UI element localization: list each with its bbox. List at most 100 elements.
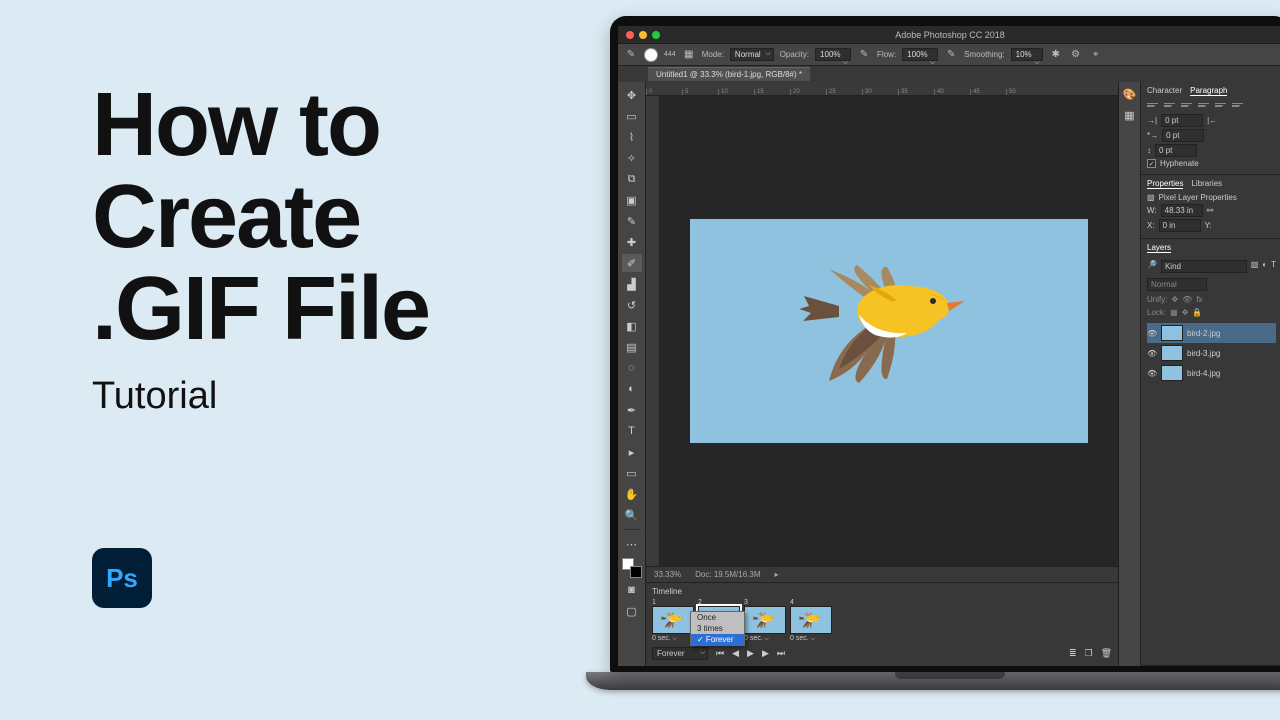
screen-mode-icon[interactable]: ▢ xyxy=(622,602,642,620)
layer-row[interactable]: 👁bird-3.jpg xyxy=(1147,343,1276,363)
delete-frame-button[interactable]: 🗑 xyxy=(1101,648,1112,659)
move-tool-icon[interactable]: ✥ xyxy=(622,86,642,104)
quick-mask-icon[interactable]: ◙ xyxy=(622,581,642,599)
symmetry-icon[interactable]: ⌖ xyxy=(1089,48,1103,62)
play-button[interactable]: ▶ xyxy=(747,648,754,659)
blur-tool-icon[interactable]: ◌ xyxy=(622,359,642,377)
minimize-window-button[interactable] xyxy=(639,31,647,39)
quick-select-tool-icon[interactable]: ✧ xyxy=(622,149,642,167)
loop-option[interactable]: ✓ Forever xyxy=(691,634,744,645)
character-tab[interactable]: Character xyxy=(1147,86,1182,96)
paragraph-align-icons[interactable] xyxy=(1147,100,1276,110)
pixel-layer-label: Pixel Layer Properties xyxy=(1159,193,1237,202)
pressure-opacity-icon[interactable]: ✎ xyxy=(857,48,871,62)
indent-left-input[interactable]: 0 pt xyxy=(1161,114,1203,127)
zoom-level[interactable]: 33.33% xyxy=(654,570,681,579)
x-input[interactable]: 0 in xyxy=(1159,219,1201,232)
next-frame-button[interactable]: ▶ xyxy=(762,648,769,659)
gradient-tool-icon[interactable]: ▤ xyxy=(622,338,642,356)
width-input[interactable]: 48.33 in xyxy=(1161,204,1203,217)
brush-size-value[interactable]: 444 xyxy=(664,51,676,58)
dodge-tool-icon[interactable]: ◐ xyxy=(622,380,642,398)
filter-pixel-icon[interactable]: ▧ xyxy=(1251,260,1259,273)
lasso-tool-icon[interactable]: ⌇ xyxy=(622,128,642,146)
lock-pixels-icon[interactable]: ▦ xyxy=(1170,308,1178,317)
layer-visibility-icon[interactable]: 👁 xyxy=(1147,329,1157,338)
lock-all-icon[interactable]: 🔒 xyxy=(1192,308,1202,317)
status-arrow-icon[interactable]: ▸ xyxy=(775,570,779,579)
marquee-tool-icon[interactable]: ▭ xyxy=(622,107,642,125)
unify-style-icon[interactable]: fx xyxy=(1196,295,1202,304)
brush-preview-icon[interactable] xyxy=(644,48,658,62)
eraser-tool-icon[interactable]: ◧ xyxy=(622,317,642,335)
crop-tool-icon[interactable]: ⧉ xyxy=(622,170,642,188)
close-window-button[interactable] xyxy=(626,31,634,39)
eyedropper-tool-icon[interactable]: ✎ xyxy=(622,212,642,230)
lock-position-icon[interactable]: ✥ xyxy=(1182,308,1189,317)
timeline-frame[interactable]: 3 xyxy=(744,599,786,643)
layer-visibility-icon[interactable]: 👁 xyxy=(1147,349,1157,358)
link-wh-icon[interactable]: ⚯ xyxy=(1207,206,1214,215)
smoothing-options-icon[interactable]: ✱ xyxy=(1049,48,1063,62)
indent-first-input[interactable]: 0 pt xyxy=(1162,129,1204,142)
unify-position-icon[interactable]: ✥ xyxy=(1171,295,1178,304)
loop-count-menu[interactable]: Once3 times✓ Forever xyxy=(690,611,745,646)
timeline-controls: Forever Once3 times✓ Forever ⏮ ◀ ▶ ▶ ⏭ ≣… xyxy=(652,647,1112,660)
opacity-select[interactable]: 100% xyxy=(815,48,851,61)
new-frame-button[interactable]: ❐ xyxy=(1084,648,1092,659)
layer-row[interactable]: 👁bird-2.jpg xyxy=(1147,323,1276,343)
color-panel-icon[interactable]: 🎨 xyxy=(1123,88,1137,101)
frame-tool-icon[interactable]: ▣ xyxy=(622,191,642,209)
ruler-horizontal[interactable]: 05101520253035404550 xyxy=(646,82,1118,96)
clone-stamp-tool-icon[interactable]: ▟ xyxy=(622,275,642,293)
layers-tab[interactable]: Layers xyxy=(1147,243,1171,253)
space-before-input[interactable]: 0 pt xyxy=(1155,144,1197,157)
path-select-tool-icon[interactable]: ▸ xyxy=(622,443,642,461)
brush-tool-icon-selected[interactable]: ✐ xyxy=(622,254,642,272)
layer-filter-select[interactable]: Kind xyxy=(1161,260,1247,273)
loop-count-select[interactable]: Forever xyxy=(652,647,708,660)
ruler-vertical[interactable] xyxy=(646,96,660,566)
airbrush-icon[interactable]: ✎ xyxy=(944,48,958,62)
edit-toolbar-icon[interactable]: ⋯ xyxy=(622,535,642,553)
layer-row[interactable]: 👁bird-4.jpg xyxy=(1147,363,1276,383)
healing-brush-tool-icon[interactable]: ✚ xyxy=(622,233,642,251)
right-panels: 🎨 ▦ Character Paragraph →|0 pt|← *→0 pt xyxy=(1118,82,1280,666)
libraries-tab[interactable]: Libraries xyxy=(1191,179,1222,189)
pen-tool-icon[interactable]: ✒ xyxy=(622,401,642,419)
timeline-frame[interactable]: 4 xyxy=(790,599,832,643)
blend-mode-select[interactable]: Normal xyxy=(730,48,774,61)
timeline-frame[interactable]: 1 xyxy=(652,599,694,643)
properties-tab[interactable]: Properties xyxy=(1147,179,1183,189)
prev-frame-button[interactable]: ◀ xyxy=(732,648,739,659)
history-brush-tool-icon[interactable]: ↺ xyxy=(622,296,642,314)
brush-tool-icon[interactable]: ✎ xyxy=(624,48,638,62)
filter-adjust-icon[interactable]: ◐ xyxy=(1262,260,1267,273)
doc-size[interactable]: Doc: 19.5M/16.3M xyxy=(695,570,760,579)
swatches-panel-icon[interactable]: ▦ xyxy=(1124,109,1134,122)
brush-panel-icon[interactable]: ▦ xyxy=(682,48,696,62)
canvas-viewport[interactable] xyxy=(660,96,1118,566)
settings-gear-icon[interactable]: ⚙ xyxy=(1069,48,1083,62)
smoothing-select[interactable]: 10% xyxy=(1011,48,1043,61)
paragraph-tab[interactable]: Paragraph xyxy=(1190,86,1227,96)
first-frame-button[interactable]: ⏮ xyxy=(716,648,724,659)
tween-button[interactable]: ≣ xyxy=(1069,648,1077,659)
status-bar: 33.33% Doc: 19.5M/16.3M ▸ xyxy=(646,566,1118,582)
color-swatches[interactable] xyxy=(622,558,642,578)
flow-select[interactable]: 100% xyxy=(902,48,938,61)
type-tool-icon[interactable]: T xyxy=(622,422,642,440)
shape-tool-icon[interactable]: ▭ xyxy=(622,464,642,482)
loop-option[interactable]: Once xyxy=(691,612,744,623)
last-frame-button[interactable]: ⏭ xyxy=(777,648,785,659)
hand-tool-icon[interactable]: ✋ xyxy=(622,485,642,503)
document-tab[interactable]: Untitled1 @ 33.3% (bird-1.jpg, RGB/8#) * xyxy=(648,67,810,81)
layer-visibility-icon[interactable]: 👁 xyxy=(1147,369,1157,378)
unify-visibility-icon[interactable]: 👁 xyxy=(1182,295,1192,304)
blend-mode-layer-select[interactable]: Normal xyxy=(1147,278,1207,291)
maximize-window-button[interactable] xyxy=(652,31,660,39)
hyphenate-checkbox[interactable]: ✓ xyxy=(1147,159,1156,168)
loop-option[interactable]: 3 times xyxy=(691,623,744,634)
zoom-tool-icon[interactable]: 🔍 xyxy=(622,506,642,524)
filter-type-icon[interactable]: T xyxy=(1271,260,1276,273)
